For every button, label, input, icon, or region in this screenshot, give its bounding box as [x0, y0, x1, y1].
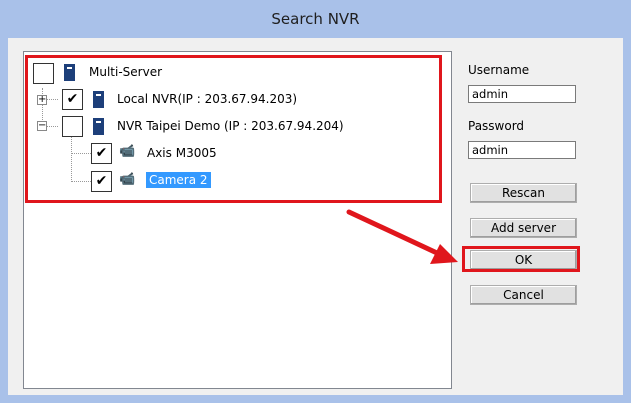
- pointer-arrow: [346, 209, 458, 264]
- search-nvr-window: Search NVR Multi-Server + ✔ Local NVR(IP…: [0, 0, 631, 403]
- arrow-shaft: [346, 209, 440, 256]
